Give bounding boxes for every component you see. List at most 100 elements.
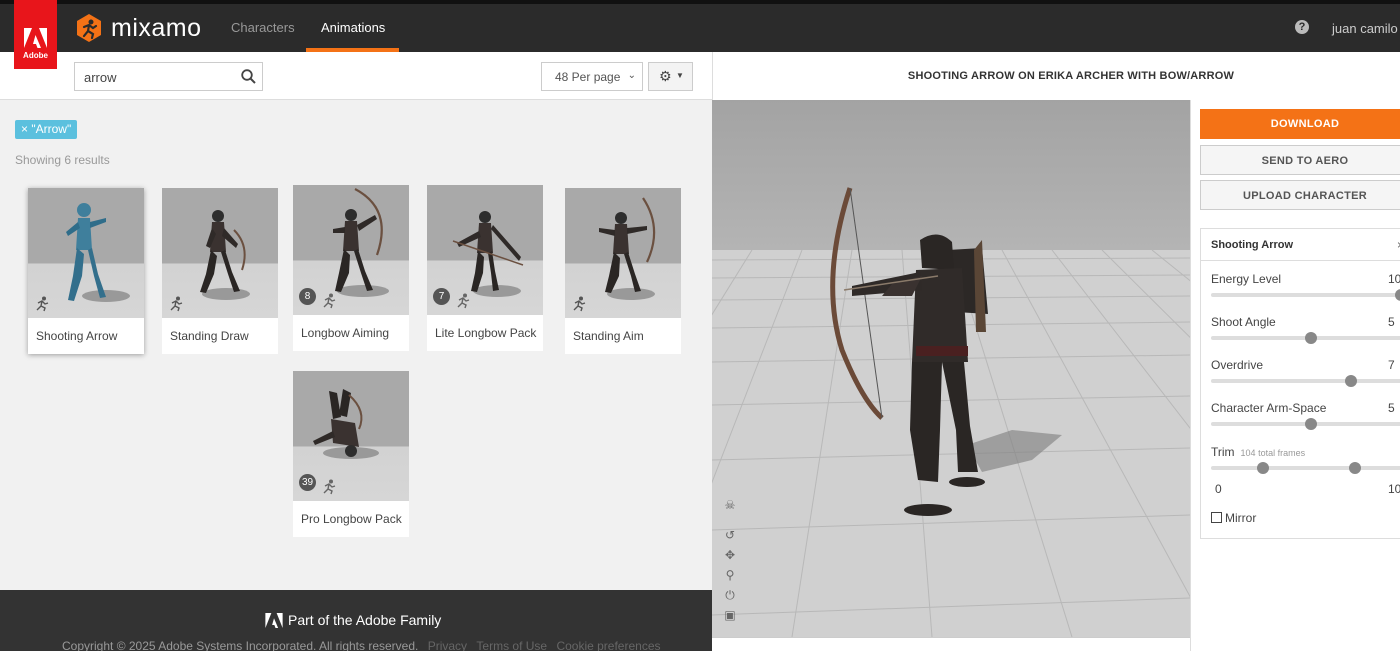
cookie-preferences-link[interactable]: Cookie preferences [556, 639, 660, 651]
upload-character-button[interactable]: UPLOAD CHARACTER [1200, 180, 1400, 210]
clip-count-badge: 7 [433, 288, 450, 305]
slider-label: Character Arm-Space [1211, 401, 1327, 415]
privacy-link[interactable]: Privacy [428, 639, 467, 651]
card-label: Longbow Aiming [301, 326, 390, 340]
trim-label: Trim 104 total frames [1211, 445, 1305, 459]
rotate-icon[interactable]: ↺ [723, 528, 737, 542]
nav-characters[interactable]: Characters [231, 20, 295, 35]
mixamo-logo-icon[interactable] [74, 13, 104, 48]
card-thumbnail: 7 [427, 185, 543, 315]
clip-count-badge: 8 [299, 288, 316, 305]
zoom-icon[interactable]: ⚲ [723, 568, 737, 582]
animation-card[interactable]: Shooting Arrow [28, 188, 144, 354]
search-icon[interactable] [241, 69, 256, 89]
card-thumbnail [28, 188, 144, 318]
search-box [74, 62, 263, 91]
send-to-aero-button[interactable]: SEND TO AERO [1200, 145, 1400, 175]
animation-run-icon [321, 479, 337, 500]
skeleton-icon[interactable]: ☠ [723, 498, 737, 512]
card-thumbnail: 39 [293, 371, 409, 501]
download-button[interactable]: DOWNLOAD [1200, 109, 1400, 139]
slider-track[interactable] [1211, 379, 1400, 383]
pan-icon[interactable]: ✥ [723, 548, 737, 562]
settings-dropdown-button[interactable]: ⚙ ▼ [648, 62, 693, 91]
camera-icon[interactable]: ▣ [723, 608, 737, 622]
copyright-line: Copyright © 2025 Adobe Systems Incorpora… [62, 639, 661, 651]
playback-bar[interactable] [712, 637, 1190, 651]
animation-browser: 48 Per page ⌄ ⚙ ▼ × "Arrow" Showing 6 re… [0, 52, 712, 590]
settings-title: Shooting Arrow [1201, 229, 1400, 261]
slider-track[interactable] [1211, 293, 1400, 297]
adobe-logo-icon [24, 28, 47, 48]
slider-knob[interactable] [1305, 332, 1317, 344]
animation-run-icon [571, 296, 587, 317]
viewer-title: SHOOTING ARROW ON ERIKA ARCHER WITH BOW/… [907, 70, 1235, 82]
copyright-text: Copyright © 2025 Adobe Systems Incorpora… [62, 639, 419, 651]
card-thumbnail: 8 [293, 185, 409, 315]
mirror-label: Mirror [1225, 511, 1257, 525]
chevron-down-icon: ⌄ [627, 70, 636, 81]
trim-start-knob[interactable] [1257, 462, 1269, 474]
user-menu[interactable]: juan camilo t [1332, 21, 1400, 36]
mirror-checkbox[interactable]: Mirror [1211, 511, 1256, 525]
slider-value: 5 [1388, 315, 1395, 329]
page-footer: Part of the Adobe Family Copyright © 202… [0, 590, 712, 651]
adobe-family-text: Part of the Adobe Family [288, 612, 442, 628]
card-label: Standing Draw [170, 329, 249, 343]
nav-animations[interactable]: Animations [321, 20, 385, 35]
card-thumbnail [162, 188, 278, 318]
trim-end-value: 10 [1388, 482, 1400, 496]
terms-link[interactable]: Terms of Use [476, 639, 547, 651]
caret-down-icon: ▼ [676, 71, 684, 80]
slider-value: 5 [1388, 401, 1395, 415]
animation-card[interactable]: Standing Draw [162, 188, 278, 354]
viewer-header: SHOOTING ARROW ON ERIKA ARCHER WITH BOW/… [712, 52, 1400, 100]
adobe-logo-badge[interactable]: Adobe [14, 0, 57, 69]
search-input[interactable] [84, 68, 234, 86]
slider-label: Shoot Angle [1211, 315, 1276, 329]
animation-pack-card[interactable]: 7 Lite Longbow Pack [427, 185, 551, 359]
browser-toolbar: 48 Per page ⌄ ⚙ ▼ [0, 52, 712, 100]
trim-frames: 104 total frames [1240, 448, 1306, 458]
card-thumbnail [565, 188, 681, 318]
card-label: Standing Aim [573, 329, 644, 343]
slider-value: 7 [1388, 358, 1395, 372]
slider-value: 10 [1388, 272, 1400, 286]
adobe-badge-text: Adobe [23, 51, 48, 60]
trim-end-knob[interactable] [1349, 462, 1361, 474]
animation-run-icon [455, 293, 471, 314]
animation-pack-card[interactable]: 8 Longbow Aiming [293, 185, 417, 359]
gear-icon: ⚙ [659, 68, 672, 84]
slider-knob[interactable] [1305, 418, 1317, 430]
filter-tag[interactable]: × "Arrow" [15, 120, 78, 139]
slider-label: Overdrive [1211, 358, 1264, 372]
scene-render [712, 100, 1190, 637]
per-page-value: 48 Per page [555, 70, 621, 84]
slider-track[interactable] [1211, 466, 1400, 470]
slider-knob[interactable] [1395, 289, 1400, 301]
animation-run-icon [321, 293, 337, 314]
adobe-logo-icon [265, 613, 283, 628]
per-page-select[interactable]: 48 Per page ⌄ [541, 62, 643, 91]
help-icon[interactable]: ? [1295, 20, 1309, 34]
checkbox-box[interactable] [1211, 512, 1222, 523]
animation-pack-card[interactable]: 39 Pro Longbow Pack [293, 371, 417, 545]
power-icon[interactable]: ⏻ [723, 588, 737, 602]
animation-settings: Shooting Arrow × Energy Level 10 Shoot A… [1200, 228, 1400, 539]
animation-run-icon [34, 296, 50, 317]
trim-title: Trim [1211, 445, 1235, 459]
card-label: Shooting Arrow [36, 329, 118, 343]
clip-count-badge: 39 [299, 474, 316, 491]
slider-knob[interactable] [1345, 375, 1357, 387]
mixamo-logo-text[interactable]: mixamo [111, 14, 202, 43]
trim-start-value: 0 [1215, 482, 1222, 496]
card-label: Pro Longbow Pack [301, 512, 402, 526]
card-label: Lite Longbow Pack [435, 326, 537, 340]
animation-run-icon [168, 296, 184, 317]
slider-label: Energy Level [1211, 272, 1282, 286]
3d-viewport[interactable]: ☠ ↺ ✥ ⚲ ⏻ ▣ [712, 100, 1190, 637]
top-nav-bar: mixamo Characters Animations ? juan cami… [0, 4, 1400, 52]
results-count: Showing 6 results [15, 153, 110, 167]
animation-card[interactable]: Standing Aim [565, 188, 681, 354]
animation-settings-panel: DOWNLOAD SEND TO AERO UPLOAD CHARACTER S… [1190, 100, 1400, 651]
